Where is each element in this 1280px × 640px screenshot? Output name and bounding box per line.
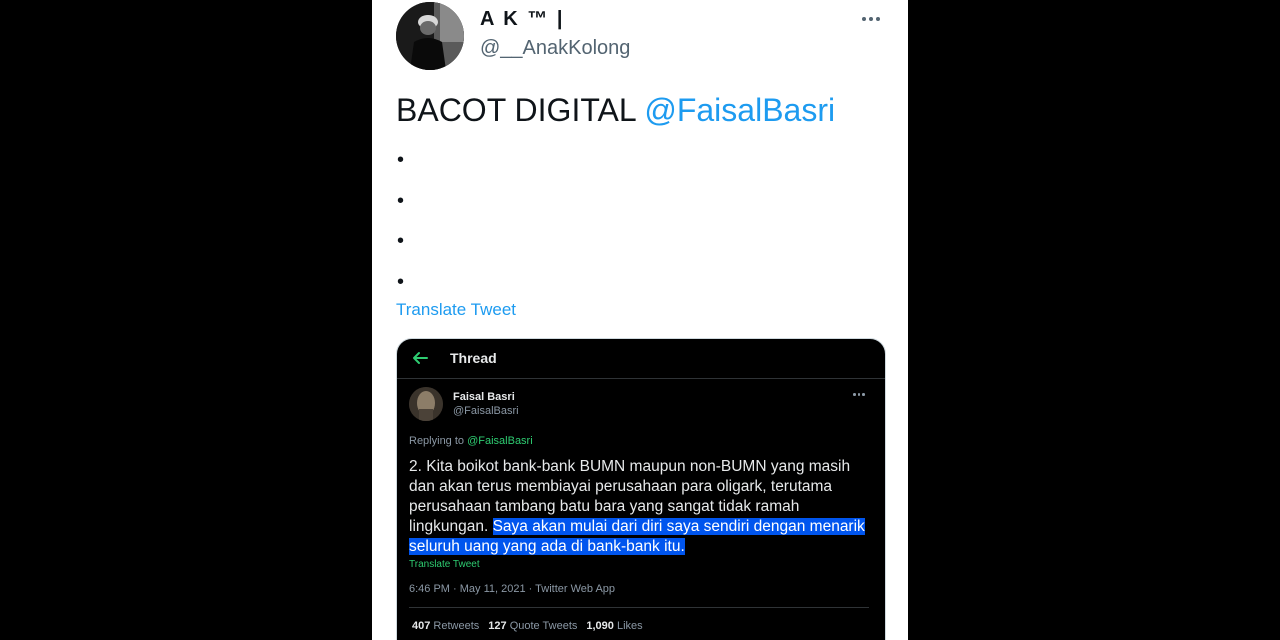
thread-header: Thread bbox=[397, 339, 885, 379]
divider bbox=[409, 607, 869, 608]
embedded-screenshot[interactable]: Thread Faisal Basri @FaisalBasri Replyin… bbox=[396, 338, 886, 640]
embedded-timestamp: 6:46 PM · May 11, 2021 · Twitter Web App bbox=[409, 583, 616, 595]
quotes-count: 127 bbox=[488, 620, 507, 632]
inner-author-handle[interactable]: @FaisalBasri bbox=[453, 405, 519, 417]
author-avatar[interactable] bbox=[396, 2, 464, 70]
replying-to: Replying to @FaisalBasri bbox=[409, 435, 533, 447]
quotes-stat[interactable]: 127 Quote Tweets bbox=[488, 620, 577, 632]
more-options-icon[interactable] bbox=[858, 8, 884, 30]
replying-mention[interactable]: @FaisalBasri bbox=[467, 435, 533, 447]
likes-label: Likes bbox=[616, 620, 643, 632]
tweet-text-body: BACOT DIGITAL bbox=[396, 92, 645, 128]
replying-prefix: Replying to bbox=[409, 435, 468, 447]
retweets-label: Retweets bbox=[433, 620, 480, 632]
author-display-name[interactable]: A K ™ | bbox=[480, 8, 564, 31]
thread-title: Thread bbox=[450, 350, 497, 366]
likes-count: 1,090 bbox=[586, 620, 614, 632]
bullet-dot: • bbox=[397, 149, 405, 171]
inner-more-options-icon[interactable] bbox=[853, 393, 865, 396]
bullet-dot: • bbox=[397, 190, 405, 212]
embedded-tweet-text: 2. Kita boikot bank-bank BUMN maupun non… bbox=[409, 457, 869, 557]
back-arrow-icon[interactable] bbox=[411, 349, 429, 367]
retweets-count: 407 bbox=[412, 620, 431, 632]
author-handle[interactable]: @__AnakKolong bbox=[480, 37, 630, 60]
bullet-dot: • bbox=[397, 271, 405, 293]
mention-link[interactable]: @FaisalBasri bbox=[644, 92, 835, 128]
inner-author-name[interactable]: Faisal Basri bbox=[453, 391, 515, 403]
engagement-stats: 407 Retweets 127 Quote Tweets 1,090 Like… bbox=[412, 620, 643, 632]
inner-translate-link[interactable]: Translate Tweet bbox=[409, 559, 480, 570]
likes-stat[interactable]: 1,090 Likes bbox=[586, 620, 642, 632]
inner-author-avatar[interactable] bbox=[409, 387, 443, 421]
quotes-label: Quote Tweets bbox=[509, 620, 578, 632]
translate-tweet-link[interactable]: Translate Tweet bbox=[396, 300, 516, 320]
tweet-text: BACOT DIGITAL @FaisalBasri bbox=[396, 92, 835, 129]
tweet-card: A K ™ | @__AnakKolong BACOT DIGITAL @Fai… bbox=[372, 0, 908, 640]
bullet-dot: • bbox=[397, 230, 405, 252]
retweets-stat[interactable]: 407 Retweets bbox=[412, 620, 479, 632]
